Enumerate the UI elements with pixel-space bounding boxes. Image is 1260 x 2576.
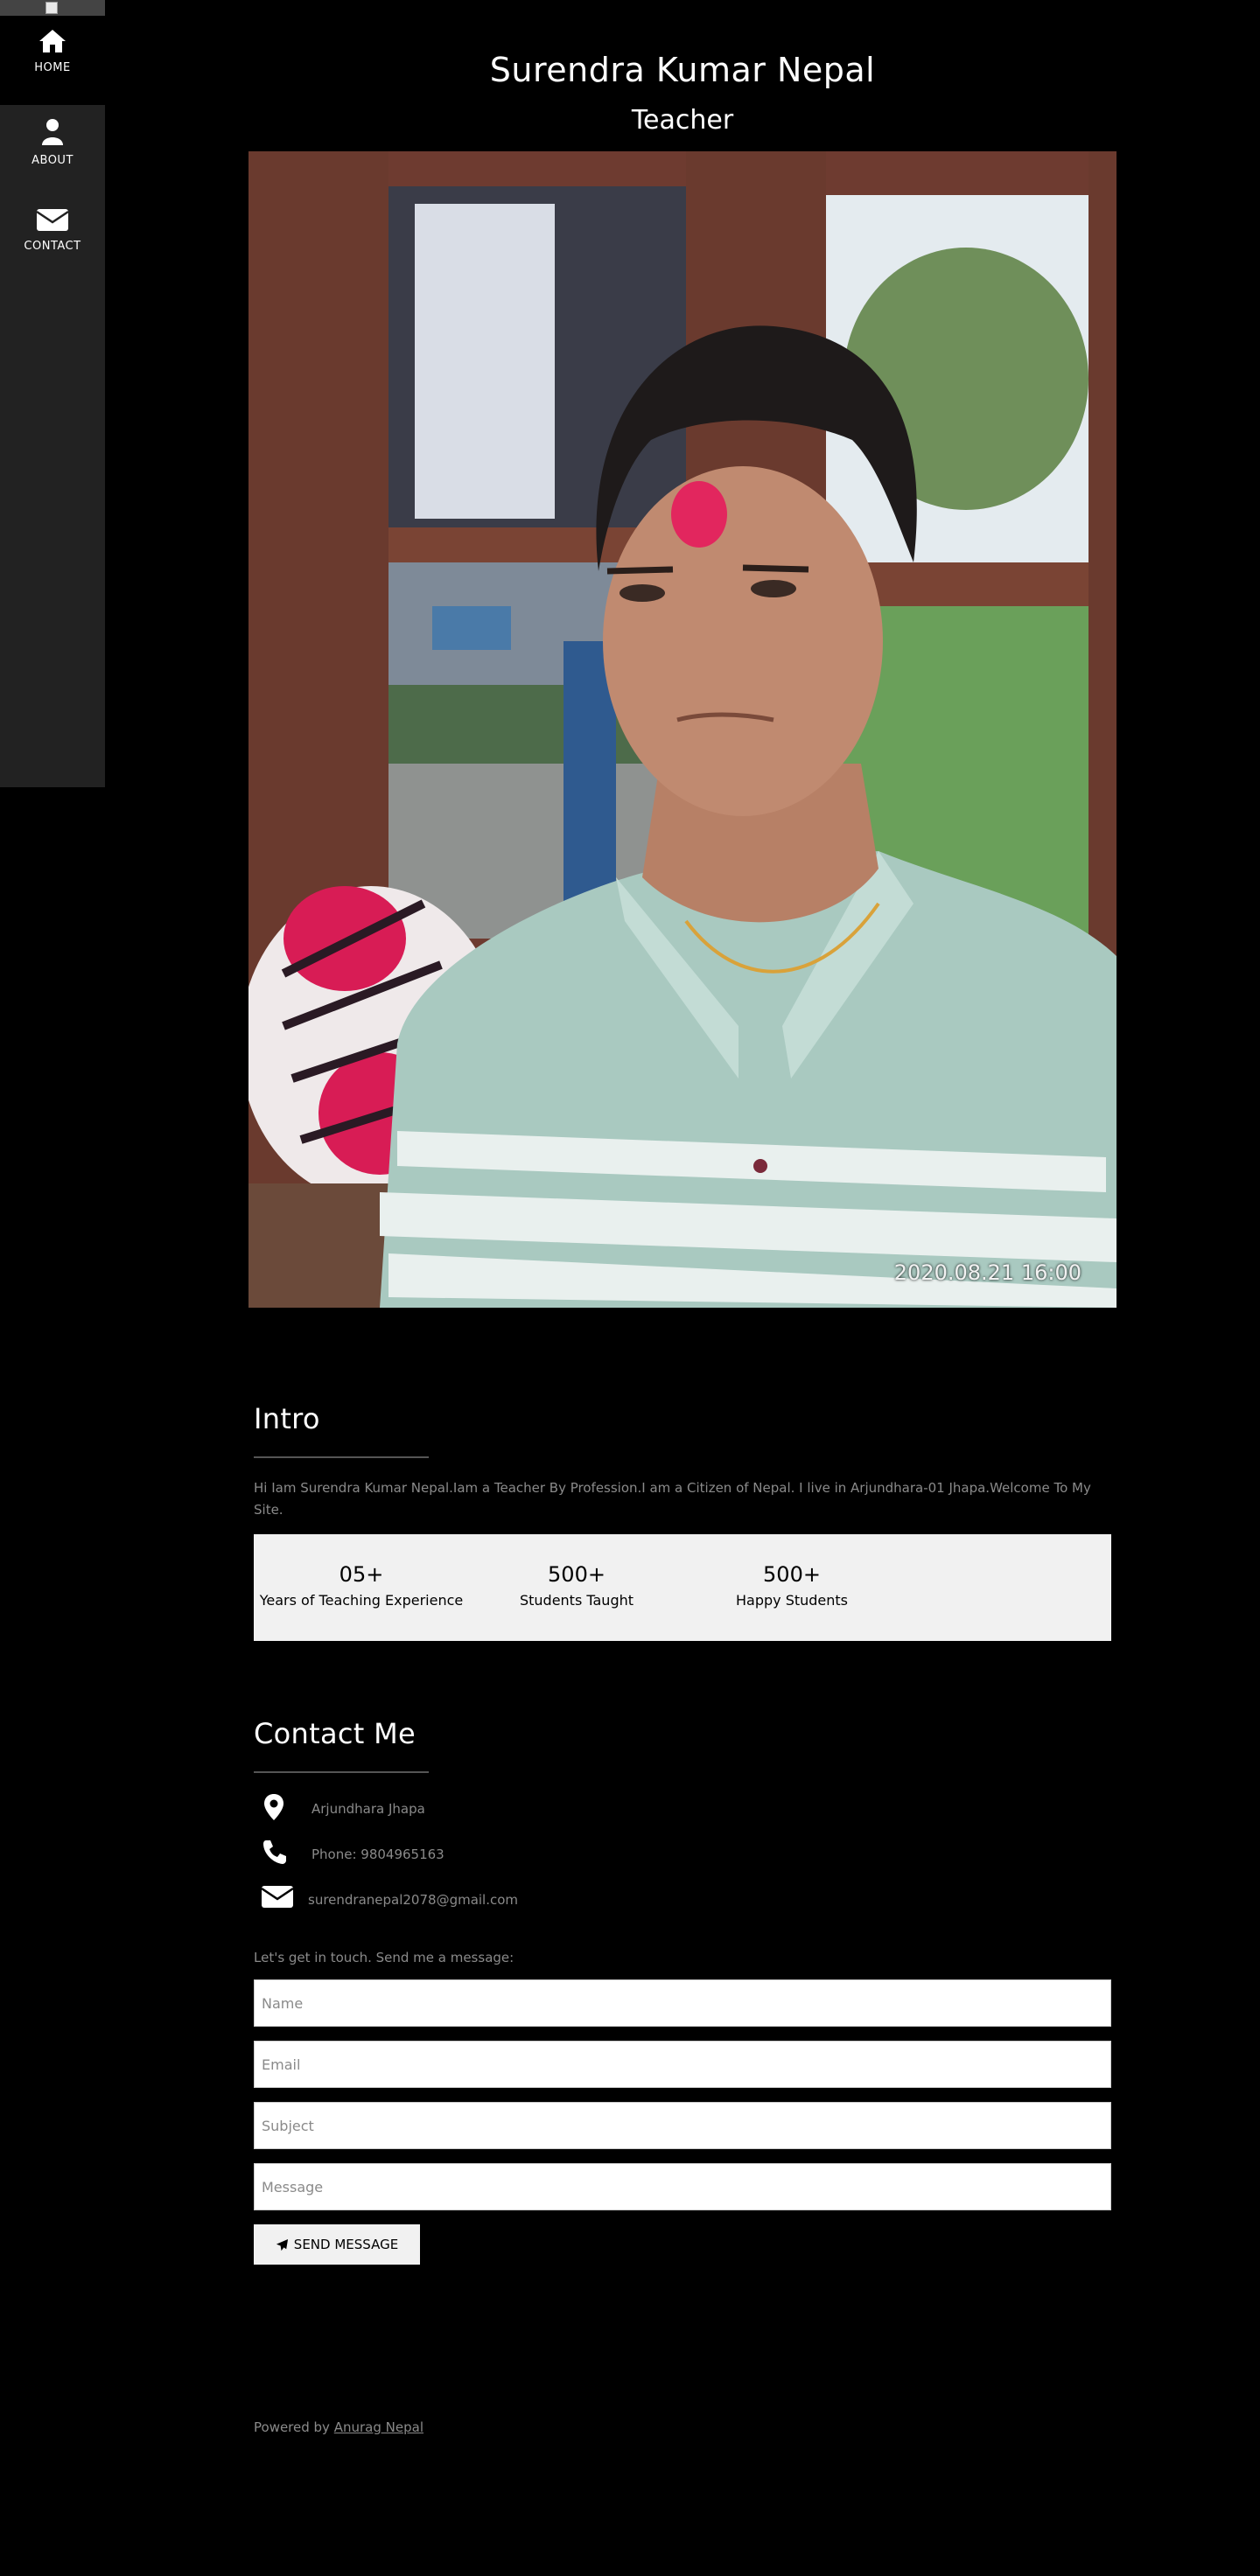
intro-title: Intro xyxy=(254,1402,320,1435)
contact-details: Arjundhara Jhapa Phone: 9804965163 suren… xyxy=(254,1791,1111,1927)
contact-cta: Let's get in touch. Send me a message: xyxy=(254,1950,514,1965)
email-input[interactable] xyxy=(254,2041,1111,2088)
site-name: Surendra Kumar Nepal xyxy=(489,51,876,89)
sidebar-logo xyxy=(0,0,105,16)
profile-photo-art xyxy=(248,151,1116,1308)
message-input[interactable] xyxy=(254,2163,1111,2210)
contact-divider xyxy=(254,1771,429,1773)
contact-phone-text: Phone: 9804965163 xyxy=(312,1846,444,1862)
stat-happy-students: 500+ Happy Students xyxy=(684,1562,900,1609)
nav-label-home: HOME xyxy=(34,61,71,74)
stat-label: Years of Teaching Experience xyxy=(259,1592,464,1609)
send-message-button[interactable]: SEND MESSAGE xyxy=(254,2224,420,2265)
site-role: Teacher xyxy=(631,105,734,136)
stat-number: 500+ xyxy=(548,1562,606,1587)
footer: Powered by Anurag Nepal xyxy=(254,2419,424,2435)
phone-icon xyxy=(263,1840,286,1864)
nav-item-home[interactable]: HOME xyxy=(0,16,105,105)
stat-label: Students Taught xyxy=(519,1592,634,1609)
contact-email: surendranepal2078@gmail.com xyxy=(254,1881,1111,1927)
nav-label-about: ABOUT xyxy=(32,154,74,167)
map-marker-icon xyxy=(264,1794,284,1820)
contact-location: Arjundhara Jhapa xyxy=(254,1791,1111,1836)
footer-author-link[interactable]: Anurag Nepal xyxy=(334,2419,424,2435)
user-icon xyxy=(42,119,63,145)
stat-number: 500+ xyxy=(763,1562,821,1587)
nav-label-contact: CONTACT xyxy=(24,240,81,253)
subject-input[interactable] xyxy=(254,2102,1111,2149)
contact-title: Contact Me xyxy=(254,1717,416,1750)
intro-divider xyxy=(254,1456,429,1458)
stats-panel: 05+ Years of Teaching Experience 500+ St… xyxy=(254,1534,1111,1641)
profile-photo: 2020.08.21 16:00 xyxy=(248,151,1116,1308)
contact-location-text: Arjundhara Jhapa xyxy=(312,1801,425,1817)
paper-plane-icon xyxy=(276,2238,288,2251)
stat-number: 05+ xyxy=(339,1562,384,1587)
intro-text: Hi Iam Surendra Kumar Nepal.Iam a Teache… xyxy=(254,1480,1091,1518)
footer-prefix: Powered by xyxy=(254,2419,330,2435)
stat-experience: 05+ Years of Teaching Experience xyxy=(254,1562,469,1609)
contact-email-text: surendranepal2078@gmail.com xyxy=(308,1892,519,1908)
home-icon xyxy=(39,30,66,52)
nav-item-contact[interactable]: CONTACT xyxy=(0,194,105,283)
contact-section: Contact Me Arjundhara Jhapa Phone: 98049… xyxy=(254,1717,1111,2265)
sidebar: HOME ABOUT CONTACT xyxy=(0,0,105,787)
send-message-label: SEND MESSAGE xyxy=(293,2237,399,2252)
stat-students-taught: 500+ Students Taught xyxy=(469,1562,684,1609)
envelope-icon xyxy=(36,209,69,231)
contact-form: SEND MESSAGE xyxy=(254,1979,1111,2265)
envelope-icon xyxy=(261,1886,294,1908)
broken-image-icon xyxy=(46,2,58,14)
photo-timestamp: 2020.08.21 16:00 xyxy=(893,1260,1082,1285)
nav-item-about[interactable]: ABOUT xyxy=(0,105,105,194)
contact-phone: Phone: 9804965163 xyxy=(254,1836,1111,1881)
stat-label: Happy Students xyxy=(735,1592,849,1609)
name-input[interactable] xyxy=(254,1979,1111,2027)
intro-section: Intro Hi Iam Surendra Kumar Nepal.Iam a … xyxy=(254,1402,1111,1641)
